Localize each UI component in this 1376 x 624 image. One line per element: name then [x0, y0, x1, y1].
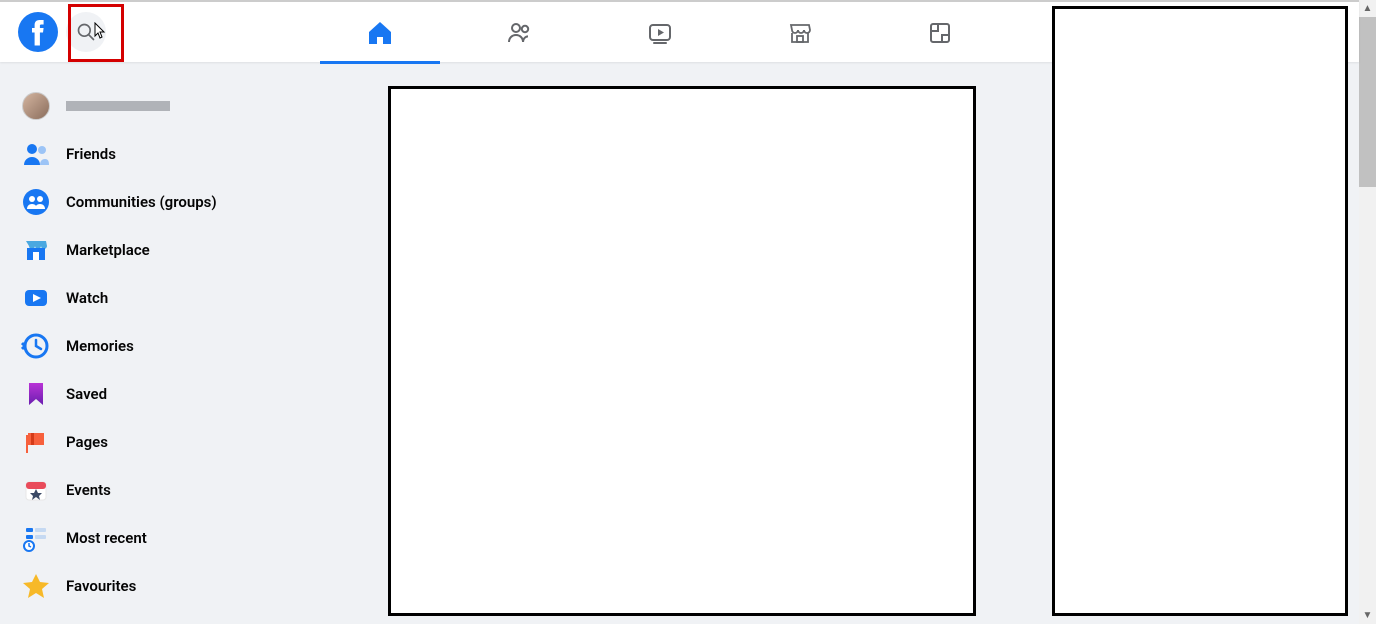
memories-icon — [18, 328, 54, 364]
sidebar-watch[interactable]: Watch — [8, 274, 342, 322]
right-side-panel — [1052, 6, 1348, 616]
sidebar-item-label: Marketplace — [66, 241, 150, 259]
scroll-up-button[interactable]: ▲ — [1359, 0, 1376, 17]
nav-watch[interactable] — [630, 3, 690, 63]
facebook-logo[interactable] — [18, 12, 58, 52]
main-content-panel — [388, 86, 976, 616]
nav-marketplace[interactable] — [770, 3, 830, 63]
friends-icon — [506, 19, 534, 47]
sidebar-item-label: Communities (groups) — [66, 193, 217, 211]
events-icon — [18, 472, 54, 508]
sidebar-memories[interactable]: Memories — [8, 322, 342, 370]
sidebar-item-label: Memories — [66, 337, 134, 355]
profile-name-placeholder — [66, 101, 170, 111]
sidebar-pages[interactable]: Pages — [8, 418, 342, 466]
scroll-thumb[interactable] — [1359, 17, 1376, 187]
marketplace-icon — [18, 232, 54, 268]
sidebar-item-label: Events — [66, 481, 111, 499]
nav-gaming[interactable] — [910, 3, 970, 63]
avatar — [22, 92, 50, 120]
nav-tabs — [350, 2, 970, 64]
sidebar-friends[interactable]: Friends — [8, 130, 342, 178]
sidebar-item-label: Watch — [66, 289, 108, 307]
sidebar-item-label: Pages — [66, 433, 108, 451]
watch-icon — [646, 19, 674, 47]
most-recent-icon — [18, 520, 54, 556]
nav-home[interactable] — [350, 3, 410, 63]
sidebar-item-label: Friends — [66, 145, 116, 163]
gaming-icon — [926, 19, 954, 47]
nav-friends[interactable] — [490, 3, 550, 63]
groups-icon — [18, 184, 54, 220]
watch-icon — [18, 280, 54, 316]
sidebar-item-label: Saved — [66, 385, 107, 403]
search-button[interactable] — [66, 12, 106, 52]
sidebar-most-recent[interactable]: Most recent — [8, 514, 342, 562]
sidebar-item-label: Most recent — [66, 529, 147, 547]
pages-icon — [18, 424, 54, 460]
scroll-down-button[interactable]: ▼ — [1359, 607, 1376, 624]
sidebar: Friends Communities (groups) Marketplace… — [0, 70, 350, 622]
sidebar-events[interactable]: Events — [8, 466, 342, 514]
home-icon — [366, 19, 394, 47]
sidebar-marketplace[interactable]: Marketplace — [8, 226, 342, 274]
marketplace-icon — [786, 19, 814, 47]
saved-icon — [18, 376, 54, 412]
sidebar-item-label: Favourites — [66, 577, 136, 595]
brand-area — [0, 12, 106, 52]
sidebar-favourites[interactable]: Favourites — [8, 562, 342, 610]
favourites-icon — [18, 568, 54, 604]
sidebar-profile[interactable] — [8, 82, 342, 130]
friends-icon — [18, 136, 54, 172]
search-icon — [76, 22, 96, 42]
scrollbar[interactable]: ▲ ▼ — [1359, 0, 1376, 624]
sidebar-communities[interactable]: Communities (groups) — [8, 178, 342, 226]
sidebar-saved[interactable]: Saved — [8, 370, 342, 418]
